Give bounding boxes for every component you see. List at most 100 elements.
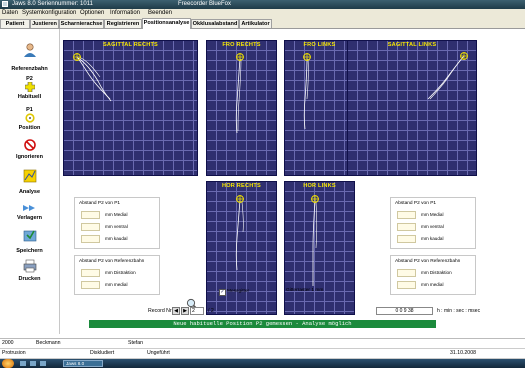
title-bar: Jaws 8.0 Seriennummer: 1011 Freecorder B… xyxy=(0,0,525,9)
speichern-button[interactable]: Speichern xyxy=(0,228,59,256)
ventral-unit: mm ventral xyxy=(105,224,128,229)
grid-spacing-label: Gitterraster 1 mm xyxy=(286,288,324,293)
ventral-field[interactable] xyxy=(397,223,416,231)
frontal-left-trace xyxy=(303,53,311,130)
group-title: Abstand P2 von Referenzbahn xyxy=(79,259,145,264)
distraktion-field[interactable] xyxy=(397,269,416,277)
ref-medial-field[interactable] xyxy=(397,281,416,289)
tab-artikulator[interactable]: Artikulator xyxy=(239,19,272,28)
menu-daten[interactable]: Daten xyxy=(2,9,18,18)
move-arrows-icon xyxy=(23,205,35,211)
save-disk-icon xyxy=(23,230,37,242)
medial-unit: mm Medial xyxy=(105,212,128,217)
tab-registrieren[interactable]: Registrieren xyxy=(104,19,142,28)
window-title: Jaws 8.0 Seriennummer: 1011 xyxy=(12,1,93,7)
ignorieren-button[interactable]: Ignorieren xyxy=(0,139,59,163)
record-total: / 2 xyxy=(208,308,214,314)
tab-justieren[interactable]: Justieren xyxy=(30,19,59,28)
analysis-chart-icon xyxy=(23,169,37,183)
frontal-left-panel[interactable]: FRO LINKS xyxy=(284,40,355,176)
kaudal-field[interactable] xyxy=(397,235,416,243)
person-icon xyxy=(24,43,36,57)
record-next-button[interactable]: ▶ xyxy=(181,307,189,315)
habituell-label: Habituell xyxy=(17,94,42,100)
medial-field[interactable] xyxy=(81,211,100,219)
frontal-right-panel[interactable]: FRO RECHTS xyxy=(206,40,277,176)
time-field: 0 0 9 38 xyxy=(376,307,433,315)
status-lastname: Beckmann xyxy=(36,340,61,346)
menu-optionen[interactable]: Optionen xyxy=(80,9,104,18)
status-year: 2000 xyxy=(2,340,14,346)
ventral-unit: mm ventral xyxy=(421,224,444,229)
verlagern-button[interactable]: Verlagern xyxy=(0,202,59,226)
distraktion-field[interactable] xyxy=(81,269,100,277)
messgitter-label: Messgitter xyxy=(227,289,250,294)
quicklaunch-icon[interactable] xyxy=(30,361,36,366)
status-date: 31.10.2008 xyxy=(450,350,476,356)
ring-target-icon xyxy=(25,113,35,123)
horizontal-left-trace xyxy=(311,195,319,286)
medial-field[interactable] xyxy=(397,211,416,219)
frontal-right-trace xyxy=(235,53,244,134)
messgitter-checkbox[interactable]: ✓ Messgitter xyxy=(219,289,249,296)
cross-target-icon xyxy=(25,82,35,92)
position-label: Position xyxy=(18,125,41,131)
taskbar-app-button[interactable]: Jaws 8.0 xyxy=(63,360,103,367)
medial-unit: mm Medial xyxy=(421,212,444,217)
status-movement: Protrusion xyxy=(2,350,26,356)
analyse-button[interactable]: Analyse xyxy=(0,169,59,197)
referenzbahn-label: Referenzbahn xyxy=(11,66,48,72)
menu-beenden[interactable]: Beenden xyxy=(148,9,172,18)
speichern-label: Speichern xyxy=(16,248,43,254)
quicklaunch-icon[interactable] xyxy=(20,361,26,366)
kaudal-field[interactable] xyxy=(81,235,100,243)
horizontal-left-panel[interactable]: HOR LINKS xyxy=(284,181,355,315)
checkbox-check-icon: ✓ xyxy=(219,289,226,296)
drucken-button[interactable]: Drucken xyxy=(0,259,59,287)
sagittal-right-panel[interactable]: SAGITTAL RECHTS xyxy=(63,40,198,176)
ref-medial-field[interactable] xyxy=(81,281,100,289)
ignorieren-label: Ignorieren xyxy=(16,154,43,160)
status-guidance: Ungeführt xyxy=(147,350,170,356)
tab-patient[interactable]: Patient xyxy=(0,19,30,28)
menu-systemkonfiguration[interactable]: Systemkonfiguration xyxy=(22,9,76,18)
record-current-field[interactable]: 2 xyxy=(190,307,204,315)
status-row-patient: 2000 Beckmann Stefan xyxy=(0,339,525,349)
sagittal-left-panel[interactable]: SAGITTAL LINKS xyxy=(347,40,477,176)
tab-positionsanalyse[interactable]: Positionsanalyse xyxy=(142,18,191,29)
habituell-button[interactable]: P2 Habituell xyxy=(0,76,59,104)
record-label: Record Nr xyxy=(148,308,172,314)
tab-okklusalabstand[interactable]: Okklusalabstand xyxy=(191,19,239,28)
menu-bar: Daten Systemkonfiguration Optionen Infor… xyxy=(0,9,525,18)
distance-ref-group-left: Abstand P2 von Referenzbahn mm Distrakti… xyxy=(74,255,160,295)
tab-scharnierachse[interactable]: Scharnierachse xyxy=(59,19,104,28)
kaudal-unit: mm kaudal xyxy=(105,236,128,241)
distraktion-unit: mm Distraktion xyxy=(105,270,136,275)
status-disclusion: Diskludiert xyxy=(90,350,115,356)
status-firstname: Stefan xyxy=(128,340,143,346)
status-message: Neue habituelle Position P2 gemessen - A… xyxy=(89,320,436,328)
position-button[interactable]: P1 Position xyxy=(0,107,59,133)
group-title: Abstand P2 von P1 xyxy=(79,201,121,206)
record-prev-button[interactable]: ◀ xyxy=(172,307,180,315)
quicklaunch-icon[interactable] xyxy=(40,361,46,366)
printer-icon xyxy=(23,259,37,273)
app-icon xyxy=(2,1,8,7)
tab-bar: Patient Justieren Scharnierachse Registr… xyxy=(0,18,525,29)
analyse-label: Analyse xyxy=(18,189,41,195)
distance-p1-group-right: Abstand P2 von P1 mm Medial mm ventral m… xyxy=(390,197,476,249)
sagittal-left-trace xyxy=(427,52,468,100)
kaudal-unit: mm kaudal xyxy=(421,236,444,241)
menu-information[interactable]: Information xyxy=(110,9,140,18)
referenzbahn-button[interactable]: Referenzbahn xyxy=(0,43,59,73)
taskbar: Jaws 8.0 xyxy=(0,359,525,368)
ventral-field[interactable] xyxy=(81,223,100,231)
group-title: Abstand P2 von Referenzbahn xyxy=(395,259,461,264)
ref-medial-unit: mm medial xyxy=(105,282,128,287)
status-bar: 2000 Beckmann Stefan Protrusion Diskludi… xyxy=(0,338,525,359)
sagittal-right-trace xyxy=(73,53,112,102)
distraktion-unit: mm Distraktion xyxy=(421,270,452,275)
group-title: Abstand P2 von P1 xyxy=(395,201,437,206)
status-row-movement: Protrusion Diskludiert Ungeführt 31.10.2… xyxy=(0,349,525,359)
start-orb-icon[interactable] xyxy=(2,359,14,368)
